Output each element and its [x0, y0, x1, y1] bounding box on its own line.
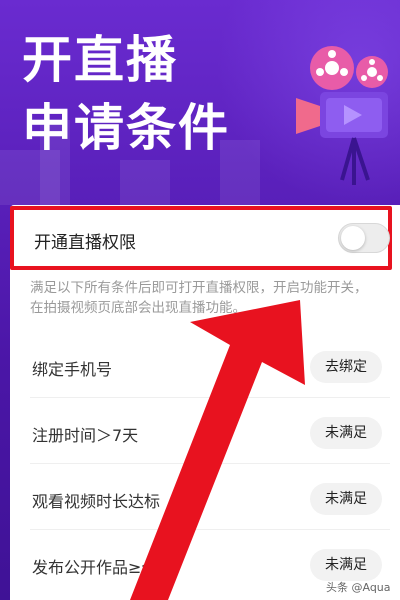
toggle-knob	[341, 226, 365, 250]
requirements-description: 满足以下所有条件后即可打开直播权限，开启功能开关，在拍摄视频页底部会出现直播功能…	[30, 280, 368, 316]
divider	[30, 397, 390, 398]
live-permission-row[interactable]: 开通直播权限	[10, 206, 392, 270]
live-permission-toggle[interactable]	[338, 223, 390, 253]
app-screen: 开直播 申请条件 开通直播权限 满足以下所有条件后即可打开直播权限，开启功能开关…	[0, 0, 400, 600]
movie-camera-icon	[296, 46, 388, 185]
condition-row: 观看视频时长达标 未满足	[10, 468, 390, 530]
condition-label: 观看视频时长达标	[32, 492, 161, 511]
condition-status-button[interactable]: 未满足	[310, 549, 382, 581]
condition-label: 绑定手机号	[32, 360, 113, 379]
condition-status-button[interactable]: 未满足	[310, 417, 382, 449]
condition-status-button[interactable]: 未满足	[310, 483, 382, 515]
hero-title-line1: 开直播	[22, 31, 178, 89]
condition-label: 注册时间＞7天	[32, 426, 139, 445]
hero-banner: 开直播 申请条件	[0, 0, 400, 205]
hero-title-line2: 申请条件	[22, 99, 230, 157]
condition-row: 绑定手机号 去绑定	[10, 336, 390, 398]
watermark: 头条 @Aqua	[326, 581, 391, 594]
condition-label: 发布公开作品≥个	[32, 558, 158, 577]
divider	[30, 529, 390, 530]
bind-phone-button[interactable]: 去绑定	[310, 351, 382, 383]
condition-row: 注册时间＞7天 未满足	[10, 402, 390, 464]
divider	[30, 463, 390, 464]
live-permission-label: 开通直播权限	[34, 233, 136, 253]
city-silhouette	[120, 160, 170, 205]
